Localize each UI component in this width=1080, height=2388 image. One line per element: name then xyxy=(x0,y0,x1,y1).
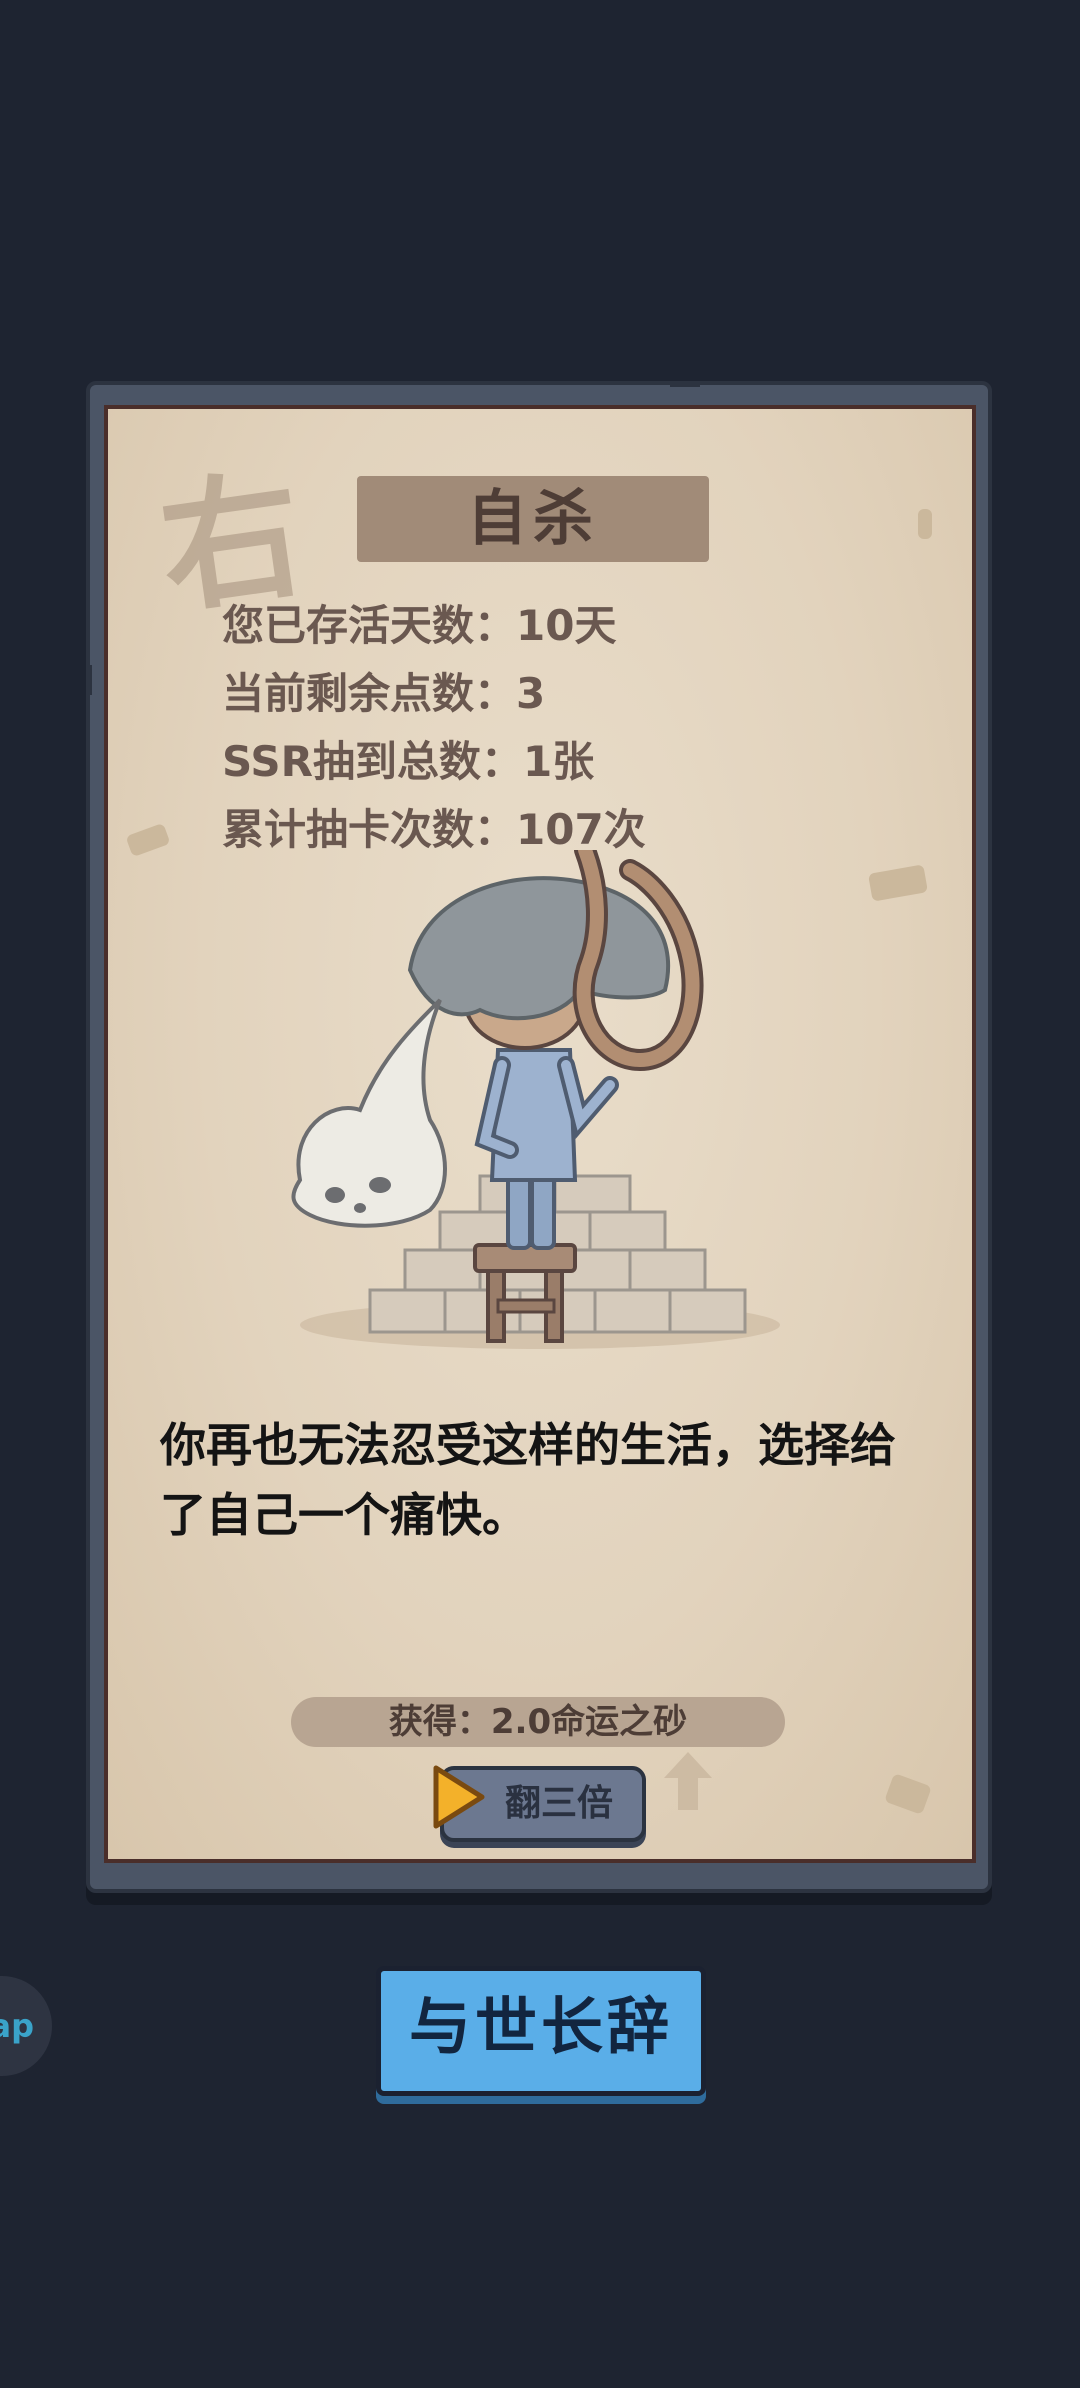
stat-days-survived: 您已存活天数：10天 xyxy=(222,601,617,650)
stat-ssr-total: SSR抽到总数：1张 xyxy=(222,737,595,786)
play-icon xyxy=(433,1765,485,1829)
farewell-button-label: 与世长辞 xyxy=(408,1990,673,2063)
page-title: 自杀 xyxy=(467,484,599,554)
floating-side-button[interactable]: ap xyxy=(0,1976,52,2076)
triple-reward-label: 翻三倍 xyxy=(504,1783,613,1824)
reward-label: 获得：2.0命运之砂 xyxy=(291,1697,785,1747)
frame-crack xyxy=(670,381,700,387)
paper-speck xyxy=(884,1773,932,1815)
paper-speck xyxy=(867,864,929,902)
farewell-button[interactable]: 与世长辞 xyxy=(376,1966,706,2096)
paper-speck xyxy=(918,509,932,539)
death-narrative: 你再也无法忍受这样的生活，选择给了自己一个痛快。 xyxy=(160,1418,896,1542)
paper-speck xyxy=(125,822,171,858)
floating-side-label: ap xyxy=(0,2007,34,2045)
stat-total-draws: 累计抽卡次数：107次 xyxy=(222,805,646,854)
hanging-scene-illustration xyxy=(291,850,780,1349)
stat-remaining-points: 当前剩余点数：3 xyxy=(222,669,546,718)
frame-crack xyxy=(86,665,92,695)
arrow-up-icon xyxy=(664,1752,712,1810)
